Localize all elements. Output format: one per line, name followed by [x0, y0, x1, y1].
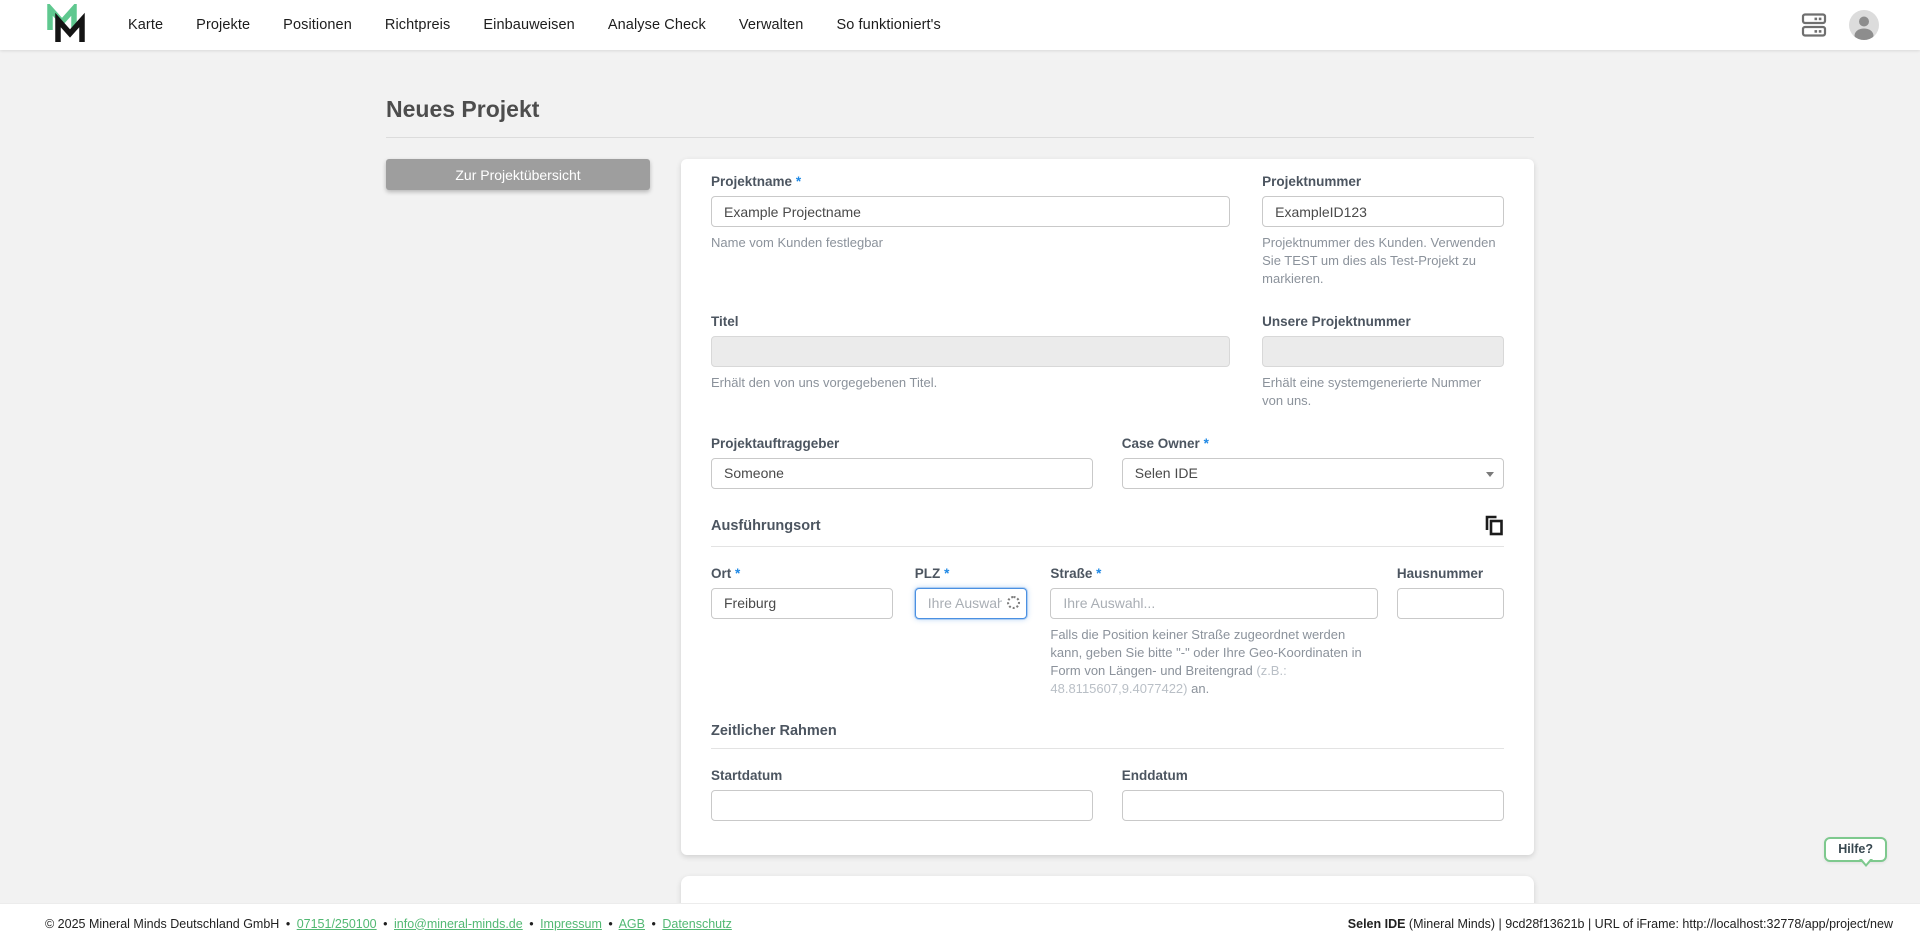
footer: © 2025 Mineral Minds Deutschland GmbH • …: [0, 903, 1920, 943]
enddatum-label: Enddatum: [1122, 768, 1504, 783]
unsere-projektnummer-input: [1262, 336, 1504, 367]
nav-item-einbauweisen[interactable]: Einbauweisen: [483, 17, 575, 33]
nav-item-karte[interactable]: Karte: [128, 17, 163, 33]
strasse-input[interactable]: [1050, 588, 1378, 619]
ort-input[interactable]: [711, 588, 893, 619]
titel-label: Titel: [711, 314, 1230, 329]
required-asterisk: *: [735, 566, 740, 581]
hausnummer-input[interactable]: [1397, 588, 1504, 619]
section-title-ausfuehrungsort: Ausführungsort: [711, 518, 821, 534]
projektnummer-input[interactable]: [1262, 196, 1504, 227]
field-titel: Titel Erhält den von uns vorgegebenen Ti…: [711, 314, 1230, 410]
nav-item-so-funktionierts[interactable]: So funktioniert's: [836, 17, 940, 33]
page-title: Neues Projekt: [386, 96, 1534, 123]
field-startdatum: Startdatum: [711, 768, 1093, 821]
projektname-input[interactable]: [711, 196, 1230, 227]
required-asterisk: *: [796, 174, 801, 189]
top-navigation-bar: Karte Projekte Positionen Richtpreis Ein…: [0, 0, 1920, 50]
section-divider: [711, 748, 1504, 749]
section-divider: [711, 546, 1504, 547]
unsere-projektnummer-hint: Erhält eine systemgenerierte Nummer von …: [1262, 374, 1504, 410]
required-asterisk: *: [1096, 566, 1101, 581]
field-case-owner: Case Owner * Selen IDE: [1122, 436, 1504, 489]
section-title-zeitlicher-rahmen: Zeitlicher Rahmen: [711, 723, 837, 739]
help-button[interactable]: Hilfe?: [1824, 837, 1887, 862]
plz-label: PLZ *: [915, 566, 1028, 581]
nav-item-analyse-check[interactable]: Analyse Check: [608, 17, 706, 33]
footer-link-impressum[interactable]: Impressum: [540, 917, 602, 931]
field-hausnummer: Hausnummer: [1397, 566, 1504, 698]
field-ort: Ort *: [711, 566, 893, 698]
required-asterisk: *: [1204, 436, 1209, 451]
titel-hint: Erhält den von uns vorgegebenen Titel.: [711, 374, 1230, 392]
enddatum-input[interactable]: [1122, 790, 1504, 821]
field-strasse: Straße * Falls die Position keiner Straß…: [1050, 566, 1378, 698]
server-icon[interactable]: [1800, 11, 1828, 39]
projektnummer-hint: Projektnummer des Kunden. Verwenden Sie …: [1262, 234, 1504, 288]
startdatum-input[interactable]: [711, 790, 1093, 821]
footer-link-email[interactable]: info@mineral-minds.de: [394, 917, 523, 931]
field-projektnummer: Projektnummer Projektnummer des Kunden. …: [1262, 174, 1504, 288]
ort-label: Ort *: [711, 566, 893, 581]
nav-item-projekte[interactable]: Projekte: [196, 17, 250, 33]
main-menu: Karte Projekte Positionen Richtpreis Ein…: [128, 17, 941, 33]
projektname-hint: Name vom Kunden festlegbar: [711, 234, 1230, 252]
field-enddatum: Enddatum: [1122, 768, 1504, 821]
nav-item-positionen[interactable]: Positionen: [283, 17, 352, 33]
logo-icon: [44, 4, 88, 46]
strasse-label: Straße *: [1050, 566, 1378, 581]
user-avatar[interactable]: [1848, 9, 1880, 41]
projektname-label: Projektname *: [711, 174, 1230, 189]
nav-item-verwalten[interactable]: Verwalten: [739, 17, 804, 33]
title-divider: [386, 137, 1534, 138]
field-unsere-projektnummer: Unsere Projektnummer Erhält eine systemg…: [1262, 314, 1504, 410]
case-owner-selected-value: Selen IDE: [1135, 465, 1198, 481]
page-body: Neues Projekt Zur Projektübersicht Proje…: [0, 50, 1920, 943]
copyright-text: © 2025 Mineral Minds Deutschland GmbH: [45, 917, 279, 931]
projektauftraggeber-label: Projektauftraggeber: [711, 436, 1093, 451]
field-projektname: Projektname * Name vom Kunden festlegbar: [711, 174, 1230, 288]
footer-link-datenschutz[interactable]: Datenschutz: [662, 917, 731, 931]
mineral-minds-logo[interactable]: [44, 4, 88, 46]
hausnummer-label: Hausnummer: [1397, 566, 1504, 581]
case-owner-select[interactable]: Selen IDE: [1122, 458, 1504, 489]
zur-projektuebersicht-button[interactable]: Zur Projektübersicht: [386, 159, 650, 190]
footer-link-phone[interactable]: 07151/250100: [297, 917, 377, 931]
startdatum-label: Startdatum: [711, 768, 1093, 783]
project-form-card: Projektname * Name vom Kunden festlegbar…: [681, 159, 1534, 855]
nav-right-icons: [1800, 9, 1880, 41]
field-projektauftraggeber: Projektauftraggeber: [711, 436, 1093, 489]
footer-left: © 2025 Mineral Minds Deutschland GmbH • …: [45, 917, 732, 931]
footer-link-agb[interactable]: AGB: [619, 917, 645, 931]
footer-session-info: Selen IDE (Mineral Minds) | 9cd28f13621b…: [1348, 917, 1893, 931]
projektnummer-label: Projektnummer: [1262, 174, 1504, 189]
field-plz: PLZ *: [915, 566, 1028, 698]
case-owner-label: Case Owner *: [1122, 436, 1504, 451]
required-asterisk: *: [944, 566, 949, 581]
copy-icon[interactable]: [1484, 515, 1504, 537]
unsere-projektnummer-label: Unsere Projektnummer: [1262, 314, 1504, 329]
nav-item-richtpreis[interactable]: Richtpreis: [385, 17, 450, 33]
strasse-hint: Falls die Position keiner Straße zugeord…: [1050, 626, 1378, 698]
titel-input: [711, 336, 1230, 367]
projektauftraggeber-input[interactable]: [711, 458, 1093, 489]
chevron-down-icon: [1486, 472, 1494, 477]
